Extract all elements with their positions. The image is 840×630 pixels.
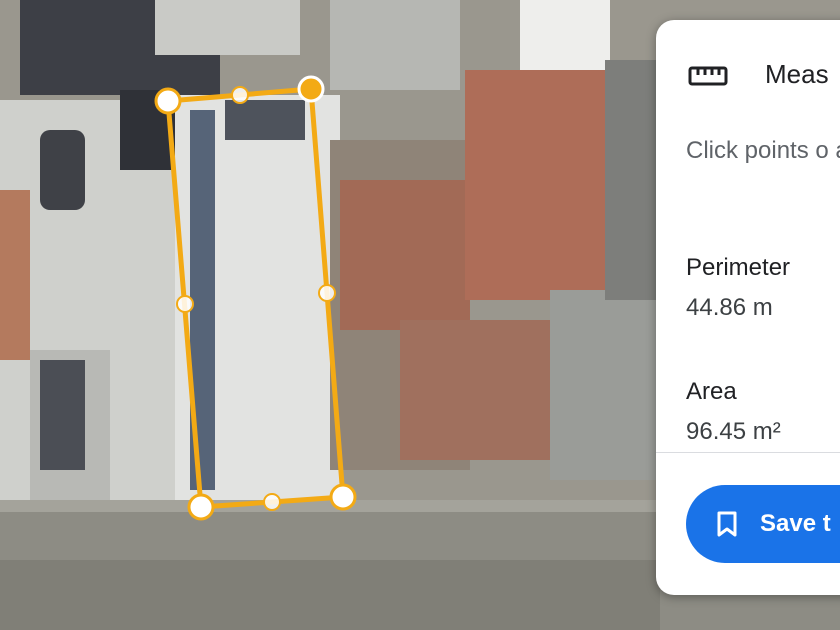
save-label: Save t (760, 510, 831, 537)
measure-panel: Meas Click points o area Perimeter 44.86… (656, 20, 840, 595)
vertex-handle[interactable] (187, 493, 215, 521)
midpoint-handle[interactable] (263, 493, 281, 511)
panel-header: Meas (656, 56, 840, 96)
vertex-handle[interactable] (154, 87, 182, 115)
footer-divider (656, 452, 840, 453)
vertex-handle[interactable] (329, 483, 357, 511)
bookmark-icon (717, 511, 737, 537)
panel-title: Meas (765, 59, 829, 89)
midpoint-handle[interactable] (231, 86, 249, 104)
area-value: 96.45 m² (686, 418, 781, 445)
measure-polygon[interactable] (165, 86, 346, 510)
ruler-icon (688, 66, 728, 86)
vertex-handle-active[interactable] (297, 75, 325, 103)
midpoint-handle[interactable] (318, 284, 336, 302)
perimeter-label: Perimeter (686, 254, 791, 281)
save-button[interactable]: Save t (686, 485, 840, 563)
midpoint-handle[interactable] (176, 295, 194, 313)
instructions-text: Click points o area (686, 137, 840, 164)
perimeter-value: 44.86 m (686, 294, 773, 321)
area-label: Area (686, 378, 737, 405)
